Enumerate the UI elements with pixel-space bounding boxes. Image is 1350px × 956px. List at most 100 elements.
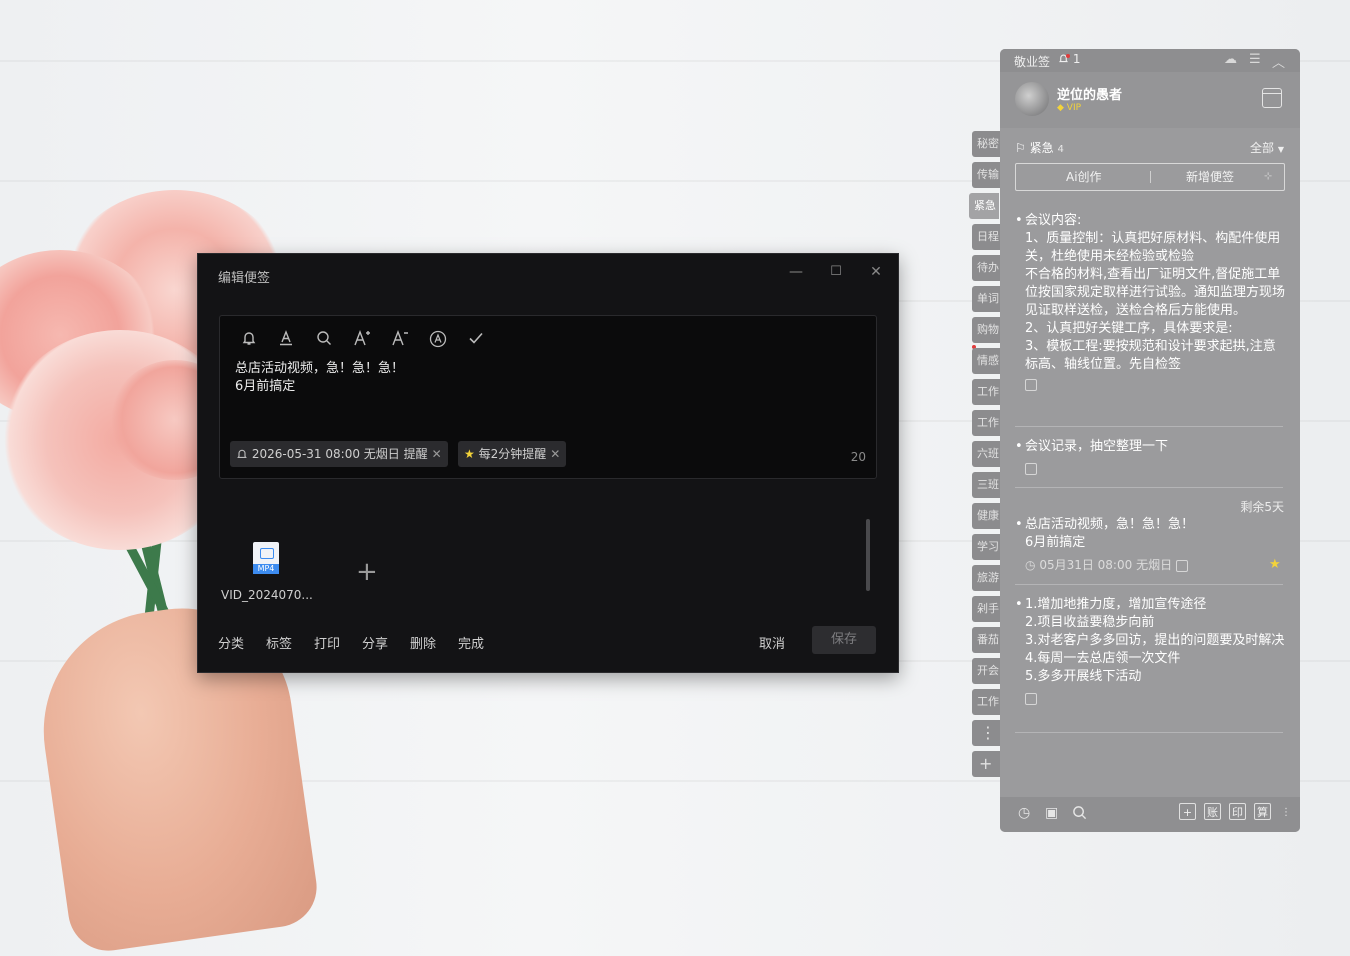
archive-icon[interactable]: ▣ xyxy=(1045,805,1058,821)
tab-category[interactable]: 剁手 xyxy=(972,596,1002,622)
tab-category[interactable]: 日程 xyxy=(972,224,1002,250)
menu-icon[interactable]: ☰ xyxy=(1249,52,1261,67)
tab-category[interactable]: 单词 xyxy=(972,286,1002,312)
tab-category[interactable]: 开会 xyxy=(972,658,1002,684)
username[interactable]: 逆位的愚者 xyxy=(1057,84,1122,103)
tab-category[interactable]: 旅游 xyxy=(972,565,1002,591)
font-smaller-icon[interactable] xyxy=(389,330,411,352)
note-item[interactable]: • 1.增加地推力度，增加宣传途径 2.项目收益要稳步向前 3.对老客户多多回访… xyxy=(1015,596,1285,708)
account-button[interactable]: 账 xyxy=(1204,803,1221,820)
search-icon[interactable] xyxy=(1072,805,1087,824)
attachment-icon xyxy=(1025,690,1285,708)
tab-category[interactable]: 待办 xyxy=(972,255,1002,281)
complete-link[interactable]: 完成 xyxy=(458,633,484,652)
note-separator xyxy=(1015,487,1283,488)
reminder-chip[interactable]: 2026-05-31 08:00 无烟日 提醒 ✕ xyxy=(230,441,448,467)
bookmark-icon: ⚐ xyxy=(1015,141,1026,155)
star-icon[interactable]: ★ xyxy=(1269,557,1281,572)
vip-label: VIP xyxy=(1066,103,1082,113)
category-header: ⚐ 紧急 4 xyxy=(1015,139,1064,156)
tab-category[interactable]: 传输 xyxy=(972,162,1002,188)
tab-category[interactable]: 情感 xyxy=(972,348,1002,374)
new-note-button[interactable]: 新增便签 xyxy=(1186,164,1234,190)
tab-category[interactable]: 工作 xyxy=(972,689,1002,715)
note-item[interactable]: • 会议内容: 1、质量控制：认真把好原材料、构配件使用关，杜绝使用未经检验或检… xyxy=(1015,212,1285,397)
more-tabs-button[interactable]: ⋮ xyxy=(972,720,1002,746)
search-icon[interactable] xyxy=(313,330,335,352)
share-link[interactable]: 分享 xyxy=(362,633,388,652)
notification-dot xyxy=(1066,54,1070,58)
bullet-icon: • xyxy=(1015,517,1023,532)
note-separator xyxy=(1015,732,1283,733)
action-segment: Ai创作 新增便签 ⊹ xyxy=(1015,163,1285,191)
bell-icon xyxy=(236,443,248,469)
note-separator xyxy=(1015,584,1283,585)
window-title: 编辑便签 xyxy=(218,271,271,286)
tab-category[interactable]: 购物 xyxy=(972,317,1002,343)
minimize-button[interactable]: — xyxy=(786,264,806,280)
note-text: 会议记录，抽空整理一下 xyxy=(1025,439,1169,454)
pin-icon[interactable]: ⊹ xyxy=(1264,164,1272,190)
tab-category[interactable]: 工作 xyxy=(972,379,1002,405)
avatar[interactable] xyxy=(1015,82,1049,116)
attachment-icon xyxy=(1025,460,1285,478)
category-link[interactable]: 分类 xyxy=(218,633,244,652)
collapse-icon[interactable]: ︿ xyxy=(1272,52,1285,71)
note-content-text[interactable]: 总店活动视频，急！急！急！ 6月前搞定 xyxy=(235,360,404,396)
filter-dropdown[interactable]: 全部 ▼ xyxy=(1250,139,1284,156)
remove-repeat-icon[interactable]: ✕ xyxy=(550,447,560,461)
print-button[interactable]: 印 xyxy=(1229,803,1246,820)
bullet-icon: • xyxy=(1015,213,1023,228)
tab-category[interactable]: 工作 xyxy=(972,410,1002,436)
tag-link[interactable]: 标签 xyxy=(266,633,292,652)
bullet-icon: • xyxy=(1015,597,1023,612)
delete-link[interactable]: 删除 xyxy=(410,633,436,652)
cloud-sync-icon[interactable]: ☁ xyxy=(1224,52,1237,67)
tab-category[interactable]: 秘密 xyxy=(972,131,1002,157)
note-text: 1.增加地推力度，增加宣传途径 2.项目收益要稳步向前 3.对老客户多多回访，提… xyxy=(1025,597,1285,684)
sticky-notes-panel: 敬业签 1 ☁ ☰ ︿ 逆位的愚者 ◆ VIP ⚐ 紧急 4 全部 ▼ Ai创作… xyxy=(1000,49,1300,832)
add-box-button[interactable]: + xyxy=(1179,803,1196,820)
user-bar: 逆位的愚者 ◆ VIP xyxy=(1000,72,1300,128)
cancel-button[interactable]: 取消 xyxy=(759,633,785,652)
more-dots-icon[interactable]: ⋮ xyxy=(1281,807,1291,818)
text-color-icon[interactable] xyxy=(275,330,297,352)
clock-icon[interactable]: ◷ xyxy=(1018,805,1030,821)
note-text: 总店活动视频，急！急！急！ 6月前搞定 xyxy=(1025,517,1195,550)
add-attachment-button[interactable]: + xyxy=(356,557,378,587)
add-category-button[interactable]: + xyxy=(972,751,1002,777)
app-name: 敬业签 xyxy=(1014,55,1051,69)
tab-category[interactable]: 学习 xyxy=(972,534,1002,560)
note-editor-area[interactable]: 总店活动视频，急！急！急！ 6月前搞定 2026-05-31 08:00 无烟日… xyxy=(219,315,877,479)
maximize-button[interactable]: ☐ xyxy=(826,264,846,279)
tab-category[interactable]: 六班 xyxy=(972,441,1002,467)
note-separator xyxy=(1015,426,1283,427)
font-larger-icon[interactable] xyxy=(351,330,373,352)
tab-category[interactable]: 健康 xyxy=(972,503,1002,529)
file-type-label: MP4 xyxy=(253,564,279,574)
tab-category[interactable]: 番茄 xyxy=(972,627,1002,653)
filter-label: 全部 xyxy=(1250,141,1275,155)
repeat-reminder-chip[interactable]: ★ 每2分钟提醒 ✕ xyxy=(458,441,567,467)
save-button[interactable]: 保存 xyxy=(812,626,876,654)
char-count: 20 xyxy=(850,450,866,464)
close-button[interactable]: ✕ xyxy=(866,264,886,280)
calendar-icon[interactable] xyxy=(1262,88,1282,108)
remove-reminder-icon[interactable]: ✕ xyxy=(432,447,442,461)
check-icon[interactable] xyxy=(465,330,487,352)
note-item[interactable]: • 总店活动视频，急！急！急！ 6月前搞定 ◷ 05月31日 08:00 无烟日 xyxy=(1015,516,1285,574)
scrollbar[interactable] xyxy=(866,519,870,591)
video-attachment[interactable]: MP4 VID_2024070... xyxy=(221,542,313,602)
tab-category[interactable]: 三班 xyxy=(972,472,1002,498)
auto-icon[interactable] xyxy=(427,330,449,352)
calculator-button[interactable]: 算 xyxy=(1254,803,1271,820)
ai-create-button[interactable]: Ai创作 xyxy=(1066,164,1102,190)
note-item[interactable]: • 会议记录，抽空整理一下 xyxy=(1015,438,1285,478)
attachment-icon xyxy=(1025,376,1285,394)
category-count: 4 xyxy=(1057,144,1064,155)
mp4-file-icon: MP4 xyxy=(253,542,279,574)
tab-category-active[interactable]: 紧急 xyxy=(969,193,999,219)
bell-icon[interactable] xyxy=(238,330,260,352)
print-link[interactable]: 打印 xyxy=(314,633,340,652)
chevron-down-icon: ▼ xyxy=(1277,145,1284,154)
